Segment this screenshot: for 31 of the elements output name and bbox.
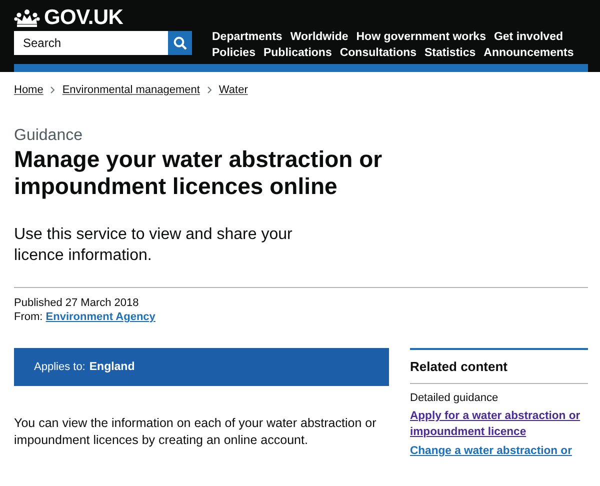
breadcrumb-link[interactable]: Water	[218, 84, 248, 96]
crown-icon	[14, 9, 40, 27]
nav-link[interactable]: How government works	[356, 30, 486, 44]
chevron-icon	[206, 86, 212, 94]
published-date: Published 27 March 2018	[14, 296, 140, 310]
search-field[interactable]: Search	[14, 31, 168, 55]
page-kicker: Guidance	[14, 126, 84, 146]
nav-link[interactable]: Policies	[212, 46, 256, 60]
breadcrumb-link[interactable]: Environmental management	[62, 84, 200, 96]
nav-link[interactable]: Consultations	[340, 46, 417, 60]
related-content-heading: Related content	[410, 350, 588, 384]
nav-link[interactable]: Publications	[263, 46, 332, 60]
applies-to-banner: Applies to: England	[14, 348, 389, 386]
page-title: Manage your water abstraction or impoundment licences online	[14, 146, 384, 200]
organisation-link[interactable]: Environment Agency	[46, 311, 156, 323]
body-paragraph: You can view the information on each of your water abstraction or impoundment licences by creating an online account.	[14, 415, 378, 449]
search-button[interactable]	[168, 31, 192, 55]
lead-paragraph: Use this service to view and share your licence information.	[14, 225, 294, 266]
nav-link[interactable]: Statistics	[424, 46, 476, 60]
nav-link[interactable]: Announcements	[484, 46, 574, 60]
breadcrumb-link[interactable]: Home	[14, 84, 44, 96]
nav-link[interactable]: Departments	[212, 30, 282, 44]
nav-link[interactable]: Get involved	[494, 30, 563, 44]
related-link[interactable]: Change a water abstraction or	[410, 443, 588, 459]
site-logo[interactable]: GOV.UK	[44, 6, 124, 30]
related-section-label: Detailed guidance	[410, 391, 500, 405]
related-link[interactable]: Apply for a water abstraction or impoundment licence	[410, 408, 588, 440]
from-label: From:	[14, 311, 43, 323]
search-icon	[173, 36, 187, 50]
nav-link[interactable]: Worldwide	[290, 30, 348, 44]
chevron-icon	[50, 86, 56, 94]
